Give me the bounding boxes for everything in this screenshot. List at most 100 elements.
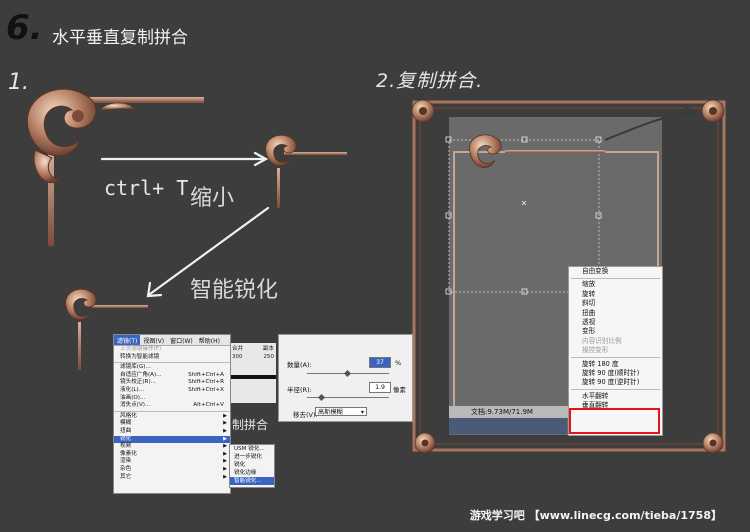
menu-item-shortcut: Shift+Ctrl+R xyxy=(188,379,224,386)
remove-select[interactable]: 高斯模糊 ▾ xyxy=(315,407,367,416)
amount-label: 数量(A): xyxy=(287,361,312,369)
filter-menu-item[interactable]: 液化(L)... Shift+Ctrl+X xyxy=(114,387,230,395)
transform-menu-item[interactable]: 旋转 90 度(逆时针) xyxy=(569,378,662,387)
step1-label: 1. xyxy=(8,70,29,95)
submenu-arrow-icon: ▶ xyxy=(223,465,227,472)
filter-menu-item[interactable]: 镜头校正(R)... Shift+Ctrl+R xyxy=(114,379,230,387)
amount-unit: % xyxy=(395,359,402,367)
filter-menu-item[interactable]: 滤镜库(G)... xyxy=(114,364,230,372)
filter-menu-item[interactable]: 转换为智能滤镜 xyxy=(114,354,230,362)
filter-menu-item[interactable]: 风格化 ▶ xyxy=(114,413,230,421)
smart-sharpen-dialog: 数量(A): 37 % 半径(R): 1.9 像素 移去(V): 高斯模糊 ▾ xyxy=(278,334,413,422)
menu-item-label: 视频 xyxy=(120,443,132,450)
panel-tab[interactable]: 合并 xyxy=(232,344,243,352)
transform-menu-item[interactable]: 自由变换 xyxy=(569,267,662,276)
step-number: 6. xyxy=(6,8,43,48)
panel-value-1: 300 xyxy=(232,354,243,360)
submenu-arrow-icon: ▶ xyxy=(223,427,227,434)
menu-item-label: 转换为智能滤镜 xyxy=(120,353,160,360)
sharpen-submenu-item[interactable]: 智能锐化... xyxy=(230,477,274,485)
menubar-item[interactable]: 滤镜(T) xyxy=(114,335,141,345)
submenu-arrow-icon: ▶ xyxy=(223,435,227,442)
menu-separator xyxy=(571,389,660,391)
shortcut-annotation: ctrl+ T xyxy=(104,176,189,200)
menu-item-label: 杂色 xyxy=(120,465,132,472)
taskbar-fragment xyxy=(449,418,567,434)
transform-menu-item[interactable]: 扭曲 xyxy=(569,309,662,318)
transform-menu-item[interactable]: 旋转 90 度(顺时针) xyxy=(569,369,662,378)
filter-menu-item[interactable]: 扭曲 ▶ xyxy=(114,428,230,436)
submenu-arrow-icon: ▶ xyxy=(223,412,227,419)
sharpen-annotation: 智能锐化 xyxy=(190,278,279,303)
menu-item-label: 自适应广角(A)... xyxy=(120,371,162,378)
submenu-arrow-icon: ▶ xyxy=(223,420,227,427)
menu-item-label: 滤镜库(G)... xyxy=(120,364,151,371)
remove-select-value: 高斯模糊 xyxy=(318,409,343,416)
filter-menu-item[interactable]: 上次滤镜操作(F) xyxy=(114,346,230,354)
filter-menu-item[interactable]: 模糊 ▶ xyxy=(114,420,230,428)
radius-slider-knob[interactable] xyxy=(317,393,326,402)
menu-item-label: 镜头校正(R)... xyxy=(120,379,156,386)
menu-item-label: 扭曲 xyxy=(120,427,132,434)
transform-menu-item[interactable]: 内容识别比例 xyxy=(569,337,662,346)
transform-menu-item[interactable]: 斜切 xyxy=(569,299,662,308)
filter-menu-item[interactable]: 锐化 ▶ xyxy=(114,435,230,444)
menu-separator xyxy=(114,410,230,412)
menu-item-label: 油画(O)... xyxy=(120,394,146,401)
menu-item-label: 液化(L)... xyxy=(120,386,145,393)
menu-separator xyxy=(571,277,660,279)
menubar-item[interactable]: 帮助(H) xyxy=(196,335,223,345)
menu-separator xyxy=(571,357,660,359)
filter-menu-items: 上次滤镜操作(F) 转换为智能滤镜 滤镜库(G)... 自适应广角(A)... Shif… xyxy=(114,346,230,481)
transform-menu-item[interactable]: 缩放 xyxy=(569,280,662,289)
footer-watermark: 游戏学习吧 【www.linecg.com/tieba/1758】 xyxy=(469,509,722,522)
menu-item-label: 像素化 xyxy=(120,450,137,457)
menu-item-label: 渲染 xyxy=(120,458,132,465)
menu-item-label: 锐化 xyxy=(120,435,132,442)
transform-menu-item[interactable]: 操控变形 xyxy=(569,346,662,355)
sharpen-submenu-item[interactable]: 锐化 xyxy=(230,461,274,469)
menu-item-label: 消失点(V)... xyxy=(120,402,151,409)
filter-menu-item[interactable]: 其它 ▶ xyxy=(114,474,230,482)
menu-item-label: 其它 xyxy=(120,473,132,480)
page-title: 水平垂直复制拼合 xyxy=(52,28,188,48)
filter-menu-item[interactable]: 渲染 ▶ xyxy=(114,458,230,466)
submenu-arrow-icon: ▶ xyxy=(223,458,227,465)
panel-value-2: 250 xyxy=(263,354,275,360)
chevron-down-icon: ▾ xyxy=(360,409,364,416)
menu-item-label: 风格化 xyxy=(120,412,137,419)
radius-label: 半径(R): xyxy=(287,386,312,394)
radius-unit: 像素 xyxy=(393,386,406,394)
radius-input[interactable]: 1.9 xyxy=(369,382,391,393)
transform-menu-item[interactable]: 旋转 180 度 xyxy=(569,360,662,369)
sharpen-submenu-item[interactable]: 进一步锐化 xyxy=(230,453,274,461)
shrink-annotation: 缩小 xyxy=(190,186,235,211)
filter-menu: 滤镜(T) 视图(V) 窗口(W) 帮助(H) 上次滤镜操作(F) 转换为智能滤镜 滤镜库… xyxy=(113,334,231,494)
filter-menu-item[interactable]: 杂色 ▶ xyxy=(114,466,230,474)
menubar-item[interactable]: 窗口(W) xyxy=(167,335,196,345)
menu-item-shortcut: Shift+Ctrl+X xyxy=(188,386,224,393)
amount-slider-knob[interactable] xyxy=(343,369,352,378)
sharpen-submenu-item[interactable]: USM 锐化... xyxy=(230,445,274,453)
filter-menu-item[interactable]: 消失点(V)... Alt+Ctrl+V xyxy=(114,402,230,410)
transform-menu-item[interactable]: 旋转 xyxy=(569,290,662,299)
remove-label: 移去(V): xyxy=(293,411,318,419)
transform-menu-item[interactable]: 水平翻转 xyxy=(569,392,662,401)
menu-item-label: 上次滤镜操作(F) xyxy=(120,346,162,352)
amount-input[interactable]: 37 xyxy=(369,357,391,368)
status-bar: 文档:9.73M/71.9M xyxy=(449,406,569,418)
partial-annotation: 制拼合 xyxy=(232,418,269,432)
step2-label: 2.复制拼合. xyxy=(376,70,484,92)
transform-menu-item[interactable]: 变形 xyxy=(569,327,662,336)
layers-panel-fragment: 合并 副本 300 250 xyxy=(229,343,276,403)
menubar-item[interactable]: 视图(V) xyxy=(140,335,167,345)
panel-col: 副本 xyxy=(262,346,274,352)
flip-highlight-box xyxy=(569,408,660,434)
submenu-arrow-icon: ▶ xyxy=(223,473,227,480)
menu-item-label: 模糊 xyxy=(120,420,132,427)
sharpen-submenu-item[interactable]: 锐化边缘 xyxy=(230,469,274,477)
transform-menu-item[interactable]: 透视 xyxy=(569,318,662,327)
filter-menu-item[interactable]: 视频 ▶ xyxy=(114,443,230,451)
sharpen-submenu: USM 锐化... 进一步锐化 锐化 锐化边缘 智能锐化... xyxy=(229,444,275,488)
filter-menu-item[interactable]: 像素化 ▶ xyxy=(114,451,230,459)
